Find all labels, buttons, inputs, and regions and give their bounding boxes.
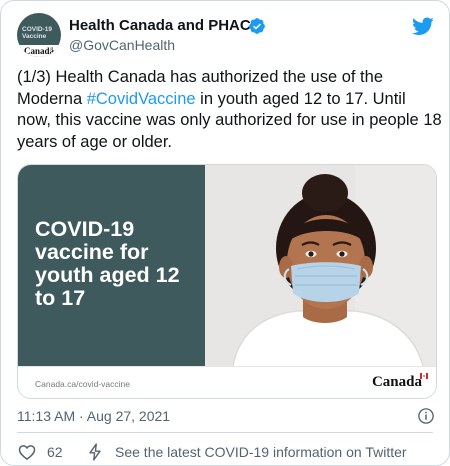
- display-name[interactable]: Health Canada and PHAC: [69, 17, 251, 34]
- covid-info-link[interactable]: See the latest COVID-19 information on T…: [85, 441, 407, 463]
- canada-wordmark: Canada: [371, 374, 422, 390]
- verified-icon: [249, 18, 265, 34]
- like-count: 62: [47, 444, 63, 460]
- tweet-text: (1/3) Health Canada has authorized the u…: [17, 67, 442, 153]
- info-icon[interactable]: [417, 407, 435, 425]
- card-url[interactable]: Canada.ca/covid-vaccine: [35, 379, 130, 389]
- avatar-wordmark: Canadä: [17, 45, 61, 57]
- link-card[interactable]: COVID-19 vaccine for youth aged 12 to 17: [17, 164, 437, 399]
- timestamp[interactable]: 11:13 AM · Aug 27, 2021: [17, 408, 170, 424]
- hashtag-link[interactable]: #CovidVaccine: [87, 90, 196, 108]
- like-button[interactable]: 62: [17, 441, 63, 463]
- tweet-header: COVID-19 Vaccine Canadä Health Canada an…: [17, 13, 435, 61]
- card-headline: COVID-19 vaccine for youth aged 12 to 17: [35, 217, 180, 310]
- card-image[interactable]: COVID-19 vaccine for youth aged 12 to 17: [18, 165, 436, 366]
- heart-icon: [18, 445, 36, 461]
- tweet-card: COVID-19 Vaccine Canadä Health Canada an…: [0, 0, 450, 466]
- card-headline-panel: COVID-19 vaccine for youth aged 12 to 17: [18, 165, 205, 366]
- flag-icon: [420, 373, 428, 379]
- bolt-icon: [89, 443, 101, 461]
- tweet-actions: 62 See the latest COVID-19 information o…: [17, 441, 435, 463]
- masked-youth-photo: [205, 165, 436, 366]
- divider: [17, 432, 433, 433]
- twitter-bird-icon[interactable]: [411, 15, 435, 37]
- avatar[interactable]: COVID-19 Vaccine Canadä: [17, 13, 61, 57]
- avatar-text: COVID-19 Vaccine: [22, 26, 52, 40]
- covid-info-link-text: See the latest COVID-19 information on T…: [115, 444, 407, 460]
- card-photo: [205, 165, 436, 366]
- card-footer[interactable]: Canada.ca/covid-vaccine Canada: [18, 366, 436, 398]
- handle[interactable]: @GovCanHealth: [69, 37, 175, 53]
- tweet-meta: 11:13 AM · Aug 27, 2021: [17, 408, 435, 426]
